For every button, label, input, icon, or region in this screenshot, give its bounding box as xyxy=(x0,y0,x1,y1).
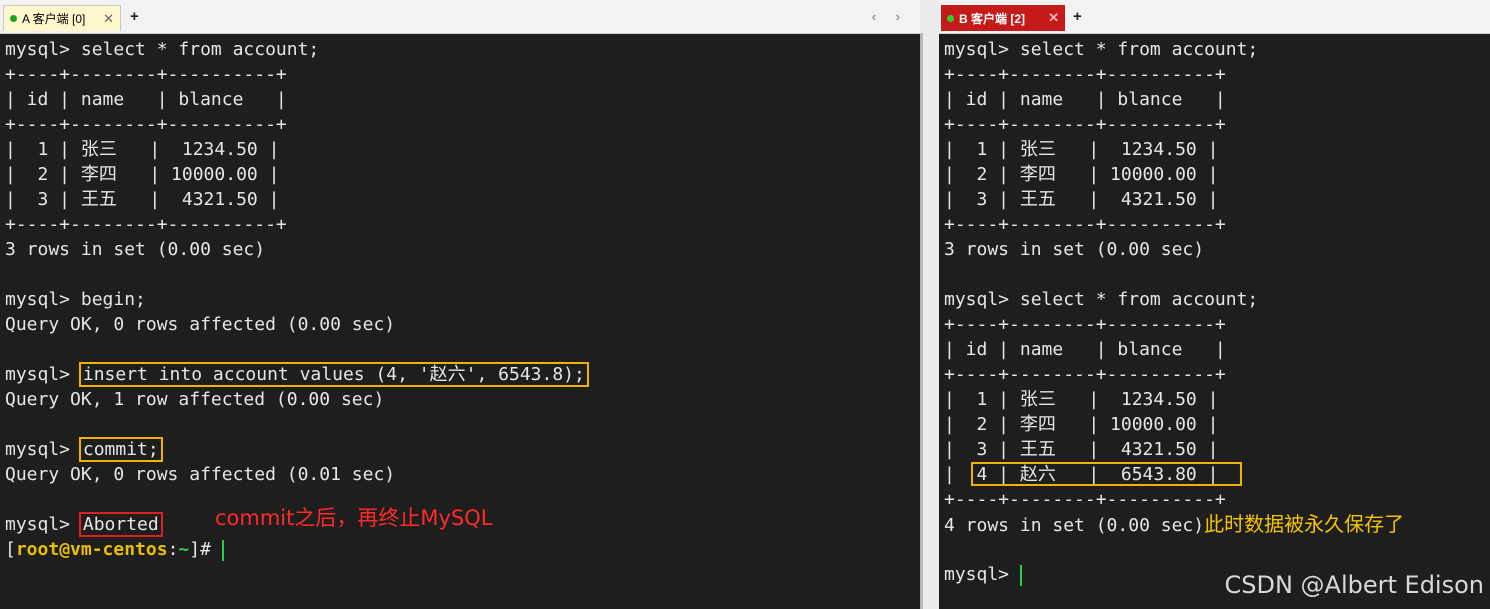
terminal-line: +----+--------+----------+ xyxy=(944,314,1226,335)
terminal-line: | 3 | 王五 | 4321.50 | xyxy=(944,189,1219,210)
rows-result: 4 rows in set (0.00 sec) xyxy=(944,515,1205,536)
terminal-pane-a[interactable]: A 客户端 [0] ✕ + ‹ › mysql> select * from a… xyxy=(0,0,920,609)
connected-status-icon xyxy=(10,15,17,22)
insert-command-line: mysql> insert into account values (4, '赵… xyxy=(5,362,920,387)
close-icon[interactable]: ✕ xyxy=(1048,10,1059,26)
new-row-line: | 4 | 赵六 | 6543.80 | xyxy=(944,462,1490,487)
shell-user-host: root@vm-centos xyxy=(15,539,168,560)
text-cursor xyxy=(1019,564,1022,586)
aborted-highlight: Aborted xyxy=(78,512,163,537)
terminal-line: +----+--------+----------+ xyxy=(944,489,1226,510)
connected-status-icon xyxy=(947,14,954,22)
prompt: mysql> xyxy=(5,439,81,460)
terminal-output-a[interactable]: mysql> select * from account; +----+----… xyxy=(5,37,920,562)
terminal-line: +----+--------+----------+ xyxy=(5,214,287,235)
commit-command-highlight: commit; xyxy=(78,437,163,462)
shell-colon: : xyxy=(167,539,179,560)
terminal-line: mysql> select * from account; xyxy=(944,289,1259,310)
terminal-line: mysql> select * from account; xyxy=(5,39,320,60)
prompt: mysql> xyxy=(5,514,81,535)
annotation-commit-then-kill: commit之后，再终止MySQL xyxy=(215,506,493,530)
tab-scroll-arrows[interactable]: ‹ › xyxy=(872,9,908,24)
terminal-line: mysql> begin; xyxy=(5,289,146,310)
tab-label: A 客户端 [0] xyxy=(22,12,86,26)
insert-command-highlight: insert into account values (4, '赵六', 654… xyxy=(78,362,589,387)
prompt: mysql> xyxy=(5,364,81,385)
terminal-line: | 2 | 李四 | 10000.00 | xyxy=(944,414,1219,435)
terminal-line: | 2 | 李四 | 10000.00 | xyxy=(944,164,1219,185)
terminal-line: | 3 | 王五 | 4321.50 | xyxy=(944,439,1219,460)
terminal-line: | 3 | 王五 | 4321.50 | xyxy=(5,189,280,210)
close-icon[interactable]: ✕ xyxy=(103,11,114,27)
terminal-line: mysql> select * from account; xyxy=(944,39,1259,60)
terminal-line: | id | name | blance | xyxy=(944,339,1226,360)
splitter-bar xyxy=(920,33,923,609)
terminal-output-b[interactable]: mysql> select * from account; +----+----… xyxy=(944,37,1490,587)
terminal-line: Query OK, 0 rows affected (0.01 sec) xyxy=(5,464,396,485)
shell-cwd: ~ xyxy=(178,539,190,560)
terminal-line: | 2 | 李四 | 10000.00 | xyxy=(5,164,280,185)
new-tab-button[interactable]: + xyxy=(1073,8,1082,25)
terminal-line: | 1 | 张三 | 1234.50 | xyxy=(944,389,1219,410)
watermark: CSDN @Albert Edison xyxy=(1224,571,1484,599)
terminal-line: +----+--------+----------+ xyxy=(944,114,1226,135)
terminal-line: +----+--------+----------+ xyxy=(5,114,287,135)
tab-client-b[interactable]: B 客户端 [2] ✕ xyxy=(941,5,1065,31)
terminal-line: +----+--------+----------+ xyxy=(5,64,287,85)
tab-bar-b: B 客户端 [2] ✕ + xyxy=(939,0,1490,34)
shell-bracket: ]# xyxy=(189,539,222,560)
tab-bar-a: A 客户端 [0] ✕ + ‹ › xyxy=(0,0,920,34)
terminal-line: Query OK, 1 row affected (0.00 sec) xyxy=(5,389,385,410)
terminal-line: 3 rows in set (0.00 sec) xyxy=(5,239,266,260)
shell-prompt-line[interactable]: [root@vm-centos:~]# xyxy=(5,537,920,562)
tab-client-a[interactable]: A 客户端 [0] ✕ xyxy=(3,5,121,31)
new-row-highlight xyxy=(971,462,1242,486)
rows-result-line: 4 rows in set (0.00 sec)此时数据被永久保存了 xyxy=(944,512,1490,537)
new-tab-button[interactable]: + xyxy=(130,8,139,25)
terminal-line: Query OK, 0 rows affected (0.00 sec) xyxy=(5,314,396,335)
commit-command-line: mysql> commit; xyxy=(5,437,920,462)
pane-splitter[interactable] xyxy=(920,0,939,609)
terminal-line: +----+--------+----------+ xyxy=(944,64,1226,85)
shell-bracket: [ xyxy=(5,539,16,560)
terminal-line: | 1 | 张三 | 1234.50 | xyxy=(944,139,1219,160)
terminal-line: | 1 | 张三 | 1234.50 | xyxy=(5,139,280,160)
text-cursor xyxy=(221,539,224,561)
terminal-line: | id | name | blance | xyxy=(944,89,1226,110)
tab-label: B 客户端 [2] xyxy=(959,11,1026,26)
terminal-line: +----+--------+----------+ xyxy=(944,364,1226,385)
aborted-line: mysql> Aborted commit之后，再终止MySQL xyxy=(5,506,920,537)
annotation-data-persisted: 此时数据被永久保存了 xyxy=(1204,512,1405,536)
terminal-line: | id | name | blance | xyxy=(5,89,287,110)
terminal-pane-b[interactable]: B 客户端 [2] ✕ + mysql> select * from accou… xyxy=(939,0,1490,609)
prompt: mysql> xyxy=(944,564,1020,585)
terminal-line: 3 rows in set (0.00 sec) xyxy=(944,239,1205,260)
terminal-line: +----+--------+----------+ xyxy=(944,214,1226,235)
